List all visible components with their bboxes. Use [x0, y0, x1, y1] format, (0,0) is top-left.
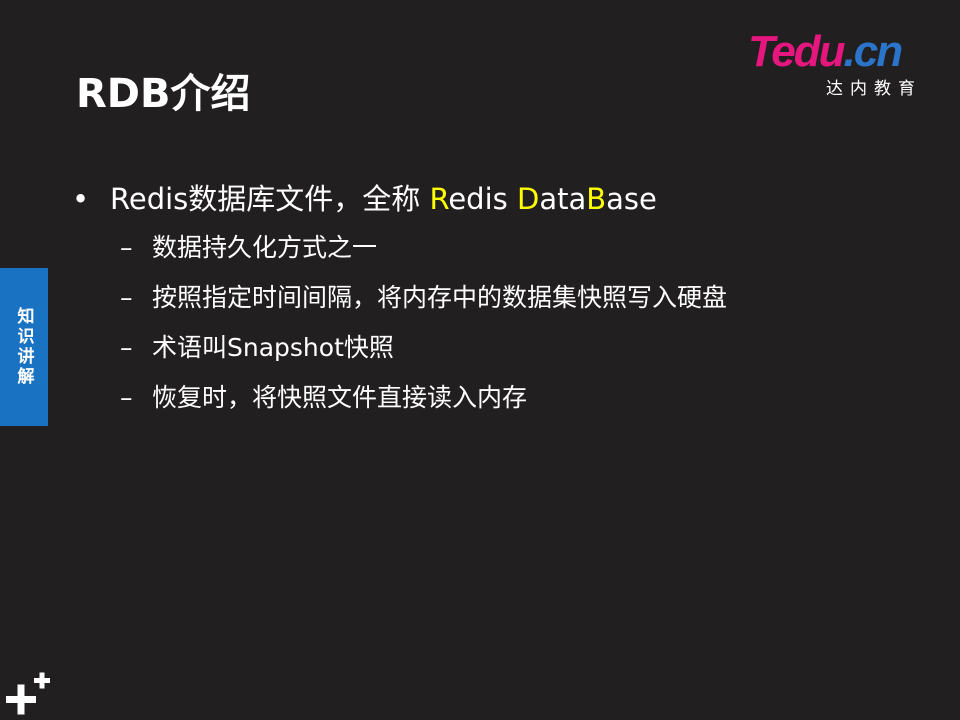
bullet-item: • Redis数据库文件，全称 Redis DataBase — [72, 175, 932, 223]
sub-bullet-item: – 按照指定时间间隔，将内存中的数据集快照写入硬盘 — [72, 273, 932, 323]
slide-title: RDB介绍 — [76, 71, 251, 117]
dash-symbol: – — [120, 383, 133, 412]
logo-wordmark: Tedu.cn — [748, 27, 903, 76]
logo-letters-cn: cn — [853, 27, 903, 76]
bullet-text-prefix: Redis数据库文件，全称 — [110, 182, 430, 216]
bullet-text-suffix: ase — [606, 182, 657, 216]
dash-symbol: – — [120, 333, 133, 362]
sub-bullet-text: 恢复时，将快照文件直接读入内存 — [152, 383, 528, 412]
bullet-highlight-d: D — [516, 182, 540, 216]
sub-bullet-item: – 恢复时，将快照文件直接读入内存 — [72, 373, 932, 423]
dash-symbol: – — [120, 283, 133, 312]
sub-bullet-text: 数据持久化方式之一 — [152, 233, 378, 262]
sub-bullet-text: 按照指定时间间隔，将内存中的数据集快照写入硬盘 — [152, 283, 728, 312]
plus-plus-icon — [6, 672, 50, 715]
bullet-symbol: • — [72, 182, 90, 216]
sub-bullet-text: 术语叫Snapshot快照 — [152, 333, 394, 362]
tedu-logo: Tedu.cn 达内教育 — [748, 28, 928, 100]
side-tab-label: 知识讲解 — [13, 307, 34, 387]
bullet-highlight-r: R — [429, 182, 449, 216]
logo-subtitle: 达内教育 — [826, 79, 922, 99]
slide-content: • Redis数据库文件，全称 Redis DataBase – 数据持久化方式… — [72, 175, 932, 423]
logo-letters-edu: edu — [771, 27, 845, 76]
bullet-highlight-b: B — [586, 182, 607, 216]
bullet-text-mid2: ata — [539, 182, 587, 216]
logo-dot: . — [843, 27, 855, 76]
logo-letter-t: T — [748, 27, 773, 76]
sub-bullet-item: – 数据持久化方式之一 — [72, 223, 932, 273]
sub-bullet-item: – 术语叫Snapshot快照 — [72, 323, 932, 373]
dash-symbol: – — [120, 233, 133, 262]
side-tab-knowledge: 知识讲解 — [0, 268, 48, 426]
bullet-text-mid1: edis — [448, 182, 517, 216]
